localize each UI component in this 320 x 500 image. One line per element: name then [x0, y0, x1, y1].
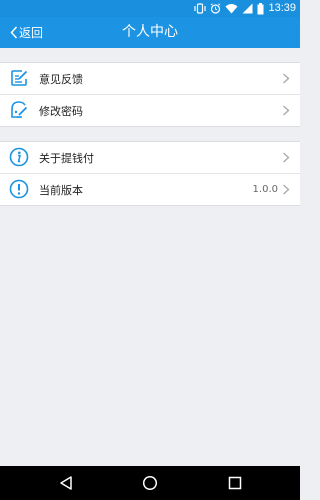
- chevron-right-icon: [283, 73, 290, 84]
- chevron-right-icon: [283, 184, 290, 195]
- menu-item-label: 修改密码: [39, 104, 83, 118]
- title-bar: 返回 个人中心: [0, 17, 300, 48]
- password-edit-icon: [11, 101, 28, 118]
- vibrate-icon: [194, 3, 207, 14]
- page-title: 个人中心: [122, 24, 178, 40]
- status-icons: 13:39: [194, 2, 296, 15]
- menu-item-label: 意见反馈: [39, 72, 83, 86]
- menu-item-label: 关于提钱付: [39, 151, 94, 165]
- menu-item-label: 当前版本: [39, 183, 83, 197]
- home-circle-icon[interactable]: [142, 475, 158, 491]
- signal-icon: [242, 3, 253, 14]
- recents-square-icon[interactable]: [227, 475, 243, 491]
- chevron-right-icon: [283, 105, 290, 116]
- status-bar: 13:39: [0, 0, 300, 17]
- exclamation-icon: [9, 179, 29, 199]
- menu-item-current-version[interactable]: 当前版本 1.0.0: [0, 173, 300, 205]
- feedback-edit-icon: [11, 70, 28, 86]
- menu-item-feedback[interactable]: 意见反馈: [0, 63, 300, 94]
- menu-item-about[interactable]: 关于提钱付: [0, 142, 300, 173]
- chevron-right-icon: [283, 152, 290, 163]
- back-triangle-icon[interactable]: [58, 475, 74, 491]
- settings-group-account: 意见反馈 修改密码: [0, 62, 300, 127]
- wifi-icon: [225, 4, 238, 14]
- settings-group-about: 关于提钱付 当前版本 1.0.0: [0, 141, 300, 206]
- menu-item-change-password[interactable]: 修改密码: [0, 94, 300, 126]
- info-icon: [9, 147, 29, 167]
- alarm-icon: [211, 3, 221, 14]
- battery-icon: [257, 2, 264, 14]
- status-time: 13:39: [268, 2, 296, 14]
- version-value: 1.0.0: [252, 184, 278, 195]
- navigation-bar: [0, 466, 300, 500]
